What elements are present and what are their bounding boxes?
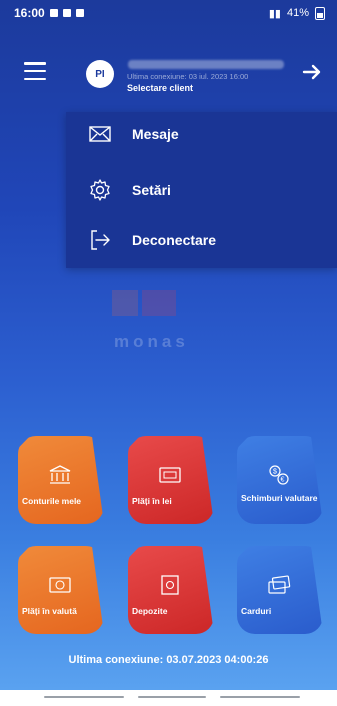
safe-icon (161, 575, 179, 595)
menu-item-label: Setări (132, 182, 171, 198)
tile-my-accounts[interactable]: Conturile mele (18, 436, 104, 524)
envelope-icon (89, 126, 111, 142)
menu-item-messages[interactable]: Mesaje (66, 112, 337, 156)
signal-icon: ▮▮ (268, 7, 281, 20)
avatar[interactable]: PI (86, 60, 114, 88)
menu-item-settings[interactable]: Setări (66, 168, 337, 212)
tile-foreign-payments[interactable]: Plăți în valută (18, 546, 104, 634)
dropdown-menu: Mesaje Setări Deconectare (66, 112, 337, 268)
nav-recent-apps[interactable] (44, 696, 124, 698)
nav-home[interactable] (138, 696, 206, 698)
battery-level: 41% (286, 7, 309, 19)
svg-text:$: $ (273, 469, 277, 476)
notification-icon (62, 9, 71, 17)
menu-item-label: Deconectare (132, 232, 217, 248)
nav-back[interactable] (220, 696, 300, 698)
menu-item-logout[interactable]: Deconectare (66, 218, 337, 262)
tile-deposits[interactable]: Depozite (128, 546, 214, 634)
tile-label: Depozite (132, 606, 168, 616)
bank-logo-icon (112, 290, 176, 316)
tile-currency-exchange[interactable]: $ € Schimburi valutare (237, 436, 323, 524)
client-name-blurred (128, 60, 284, 69)
tile-label: Conturile mele (22, 496, 82, 506)
foreign-payment-icon (49, 577, 71, 593)
last-connection-footer: Ultima conexiune: 03.07.2023 04:00:26 (68, 654, 269, 666)
menu-item-label: Mesaje (132, 126, 179, 142)
system-nav-bar (0, 690, 337, 706)
tile-label: Schimburi valutare (241, 493, 318, 503)
battery-icon (315, 6, 325, 20)
last-connection-header: Ultima conexiune: 03 iul. 2023 16:00 (127, 72, 249, 81)
tile-label: Plăți în lei (132, 496, 172, 506)
tile-payments-lei[interactable]: Plăți în lei (128, 436, 214, 524)
notification-icon (75, 9, 84, 17)
payment-lei-icon (159, 467, 181, 483)
bank-logo-text: monas (114, 332, 189, 351)
hamburger-menu-icon[interactable] (24, 62, 46, 80)
svg-text:€: € (281, 477, 285, 484)
currency-exchange-icon: $ € (269, 465, 289, 485)
arrow-right-icon[interactable] (302, 62, 322, 82)
cards-icon (268, 575, 291, 594)
logout-icon (91, 230, 110, 250)
gear-icon (90, 179, 110, 201)
select-client-link[interactable]: Selectare client (127, 83, 193, 93)
tile-cards[interactable]: Carduri (237, 546, 323, 634)
tile-label: Carduri (241, 606, 272, 616)
status-bar: 16:00 ▮▮ 41% (0, 0, 337, 26)
notification-icon (49, 9, 58, 17)
bank-icon (49, 465, 71, 484)
status-time: 16:00 (14, 6, 45, 20)
app-screen: 16:00 ▮▮ 41% PI Ultima conexiune: 03 iul… (0, 0, 337, 690)
tile-label: Plăți în valută (22, 606, 77, 616)
